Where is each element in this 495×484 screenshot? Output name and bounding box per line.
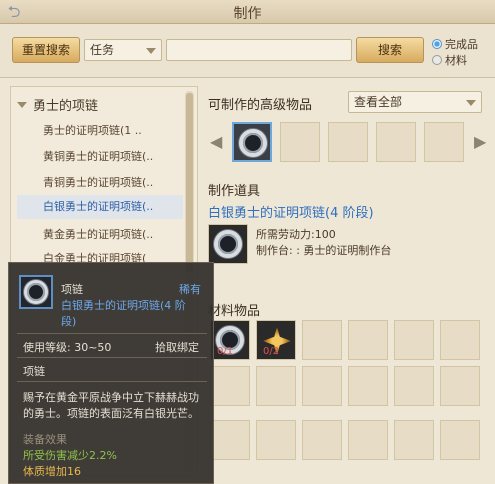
- tree-group-label: 勇士的项链: [33, 99, 99, 114]
- material-slot[interactable]: [348, 320, 388, 360]
- material-slot[interactable]: [394, 366, 434, 406]
- divider: [17, 333, 207, 334]
- tooltip-desc-line1: 赐予在黄金平原战争中立下赫赫战功: [23, 391, 199, 404]
- tree-item[interactable]: 青铜勇士的证明项链(..: [17, 171, 183, 195]
- filter-select-value: 查看全部: [354, 95, 403, 109]
- material-slot[interactable]: [394, 320, 434, 360]
- prev-arrow-icon[interactable]: ◀: [210, 132, 222, 151]
- necklace-icon: [214, 230, 242, 258]
- material-slot[interactable]: [348, 366, 388, 406]
- search-button[interactable]: 搜索: [356, 37, 424, 63]
- craftable-slot[interactable]: [424, 122, 464, 162]
- tool-item-slot[interactable]: [208, 224, 248, 264]
- tooltip-bind: 拾取绑定: [155, 341, 199, 354]
- tooltip-effect-title: 装备效果: [23, 433, 67, 446]
- radio-finished[interactable]: 完成品: [432, 36, 478, 52]
- tree-item[interactable]: 黄金勇士的证明项链(..: [17, 223, 183, 247]
- search-input[interactable]: [166, 39, 352, 61]
- necklace-icon: [24, 280, 48, 304]
- material-count: 0/2: [263, 346, 280, 357]
- tooltip-item-icon: [19, 275, 53, 309]
- window-title: 制作: [233, 6, 262, 22]
- tooltip-category: 项链: [23, 365, 45, 378]
- chevron-down-icon: [466, 100, 476, 106]
- craftable-slot[interactable]: [328, 122, 368, 162]
- tooltip-type: 项链: [61, 283, 83, 296]
- material-slot[interactable]: [440, 320, 480, 360]
- scroll-thumb[interactable]: [186, 93, 193, 273]
- radio-material-label: 材料: [445, 54, 467, 67]
- tree-item[interactable]: 勇士的证明项链(1 ..: [17, 119, 183, 143]
- material-slot[interactable]: [210, 366, 250, 406]
- tree-item[interactable]: 黄铜勇士的证明项链(..: [17, 145, 183, 169]
- next-arrow-icon[interactable]: ▶: [474, 132, 486, 151]
- station-line: 制作台: : 勇士的证明制作台: [256, 244, 392, 257]
- material-slot[interactable]: [302, 366, 342, 406]
- tooltip-name-line2: 段): [61, 315, 77, 328]
- material-slot[interactable]: [348, 420, 388, 460]
- materials-title: 材料物品: [208, 304, 261, 319]
- tree-item-selected[interactable]: 白银勇士的证明项链(..: [17, 195, 183, 219]
- title-bar: ⮌ 制作: [0, 0, 495, 24]
- necklace-icon: [239, 129, 267, 157]
- craftable-slot[interactable]: [376, 122, 416, 162]
- material-slot[interactable]: 0/2: [256, 320, 296, 360]
- radio-material[interactable]: 材料: [432, 52, 467, 68]
- item-tooltip: 项链 稀有 白银勇士的证明项链(4 阶 段) 使用等级: 30~50 拾取绑定 …: [8, 262, 214, 484]
- expand-arrow-icon: [17, 102, 27, 108]
- category-select[interactable]: 任务: [84, 39, 162, 61]
- chevron-down-icon: [146, 48, 156, 54]
- material-slot[interactable]: [440, 366, 480, 406]
- tooltip-rarity: 稀有: [179, 283, 201, 296]
- radio-selected-icon: [432, 39, 442, 49]
- material-slot[interactable]: [302, 320, 342, 360]
- radio-empty-icon: [432, 55, 442, 65]
- tooltip-desc-line2: 的勇士。项链的表面泛有白银光芒。: [23, 407, 199, 420]
- radio-finished-label: 完成品: [445, 38, 478, 51]
- material-slot[interactable]: [256, 366, 296, 406]
- tool-title: 制作道具: [208, 184, 261, 199]
- tool-item-name[interactable]: 白银勇士的证明项链(4 阶段): [208, 202, 374, 221]
- tree-group[interactable]: 勇士的项链: [17, 95, 98, 114]
- material-slot[interactable]: [394, 420, 434, 460]
- material-slot[interactable]: [440, 420, 480, 460]
- craftable-slot-selected[interactable]: [232, 122, 272, 162]
- tooltip-effect2: 体质增加16: [23, 465, 81, 478]
- material-slot[interactable]: [256, 420, 296, 460]
- divider: [17, 357, 207, 358]
- filter-select[interactable]: 查看全部: [348, 91, 482, 113]
- labor-line: 所需劳动力:100: [256, 228, 336, 241]
- search-bar: 重置搜索 任务 搜索 完成品 材料: [0, 24, 495, 78]
- material-count: 0/1: [217, 346, 234, 357]
- material-slot[interactable]: 0/1: [210, 320, 250, 360]
- category-select-value: 任务: [90, 43, 115, 57]
- reset-search-button[interactable]: 重置搜索: [12, 37, 80, 63]
- tooltip-name-line1: 白银勇士的证明项链(4 阶: [61, 299, 186, 312]
- tooltip-effect1: 所受伤害减少2.2%: [23, 449, 117, 462]
- craftable-title: 可制作的高级物品: [208, 98, 313, 113]
- divider: [17, 381, 207, 382]
- material-slot[interactable]: [302, 420, 342, 460]
- craftable-slot[interactable]: [280, 122, 320, 162]
- material-slot[interactable]: [210, 420, 250, 460]
- tooltip-level: 使用等级: 30~50: [23, 341, 112, 354]
